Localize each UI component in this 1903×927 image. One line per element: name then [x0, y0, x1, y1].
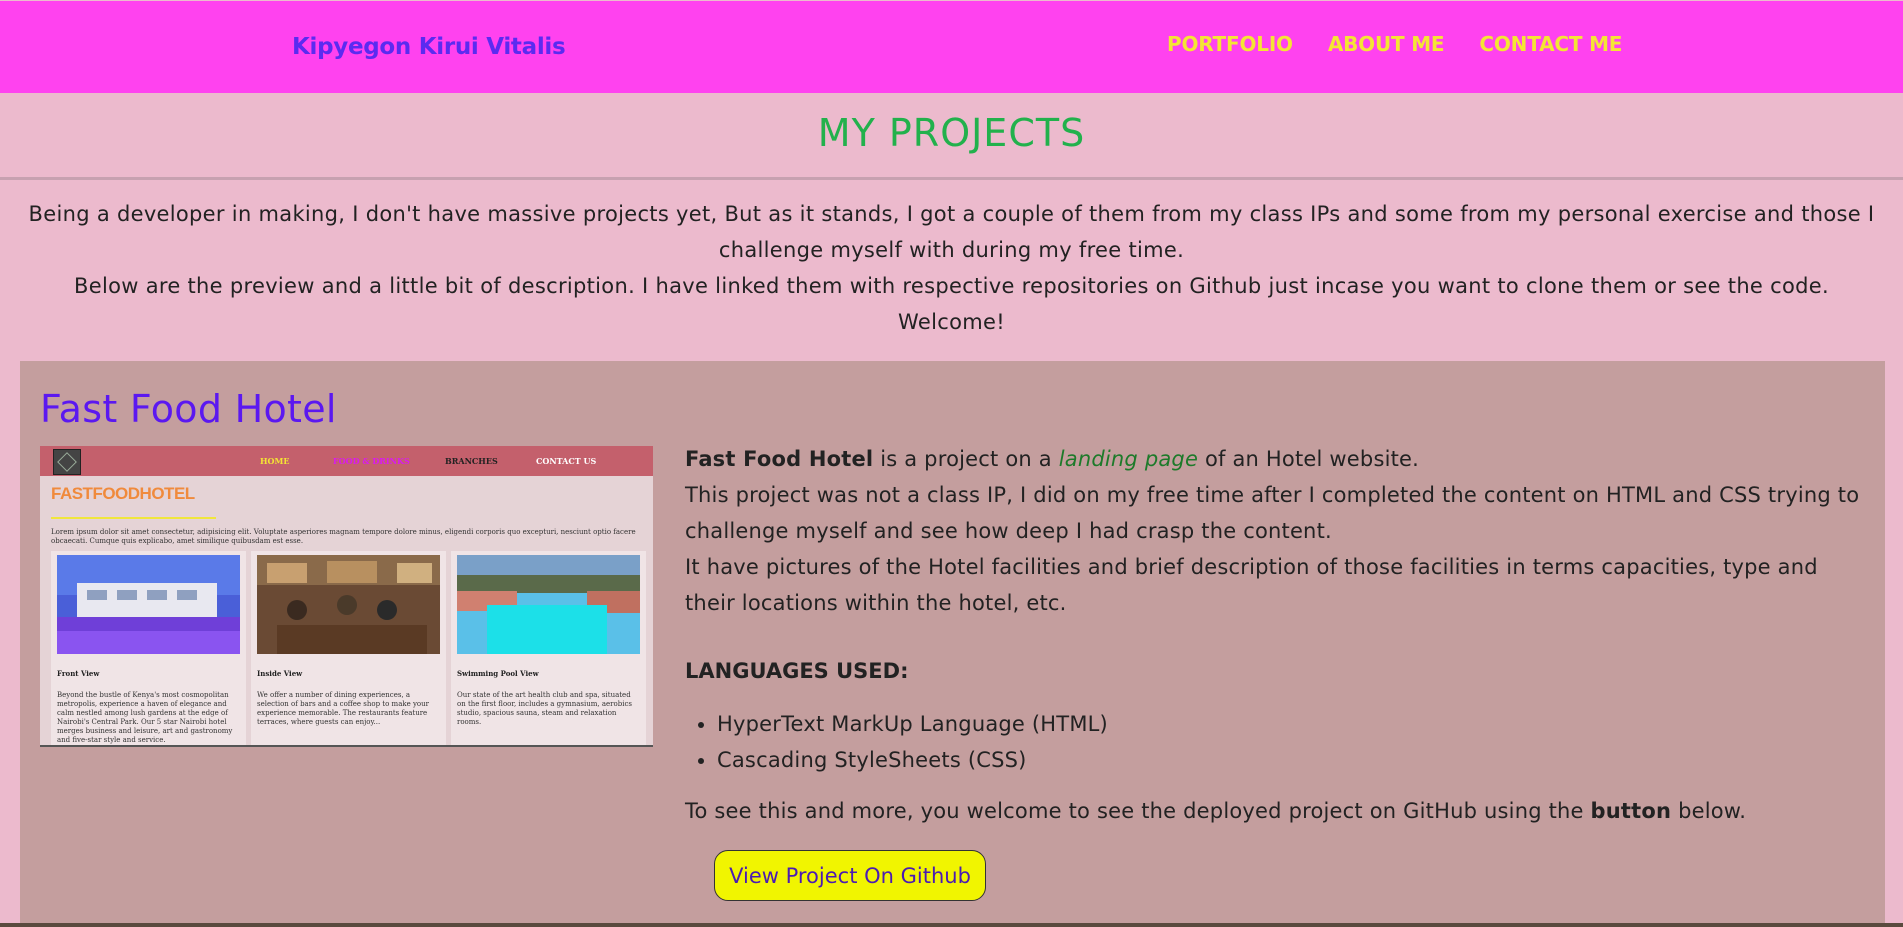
preview-navbar: HOME FOOD & DRINKS BRANCHES CONTACT US: [40, 446, 653, 476]
description-project-name: Fast Food Hotel: [685, 447, 874, 471]
view-project-github-button[interactable]: View Project On Github: [714, 850, 986, 901]
languages-heading: LANGUAGES USED:: [685, 659, 909, 683]
description-line-3: It have pictures of the Hotel facilities…: [685, 555, 1818, 615]
page-title: MY PROJECTS: [817, 111, 1086, 155]
hotel-inside-image: [257, 555, 440, 654]
preview-logo-icon: [53, 449, 81, 475]
nav-link-contact-me[interactable]: CONTACT ME: [1479, 32, 1622, 56]
landing-page-emphasis: landing page: [1058, 447, 1199, 471]
preview-nav-contact: CONTACT US: [536, 456, 597, 466]
nav-links: PORTFOLIO ABOUT ME CONTACT ME: [1167, 32, 1622, 56]
preview-text-front: Beyond the bustle of Kenya's most cosmop…: [57, 691, 233, 744]
preview-underline: [51, 517, 216, 519]
preview-nav-food: FOOD & DRINKS: [333, 456, 410, 466]
preview-caption-inside: Inside View: [257, 669, 303, 678]
intro-paragraph-2: Below are the preview and a little bit o…: [74, 274, 1829, 334]
preview-card-front: Front View Beyond the bustle of Kenya's …: [51, 551, 246, 745]
hotel-front-image: [57, 555, 240, 654]
preview-nav-home: HOME: [260, 456, 290, 466]
cta-text-start: To see this and more, you welcome to see…: [685, 799, 1591, 823]
preview-caption-pool: Swimming Pool View: [457, 669, 539, 678]
cta-text: To see this and more, you welcome to see…: [685, 799, 1746, 823]
project-description: Fast Food Hotel is a project on a landin…: [685, 441, 1865, 621]
intro-paragraph-1: Being a developer in making, I don't hav…: [28, 202, 1875, 262]
top-navbar: Kipyegon Kirui Vitalis PORTFOLIO ABOUT M…: [0, 1, 1903, 93]
languages-list: HyperText MarkUp Language (HTML) Cascadi…: [685, 706, 1108, 778]
preview-lorem: Lorem ipsum dolor sit amet consectetur, …: [51, 528, 636, 545]
preview-card-pool: Swimming Pool View Our state of the art …: [451, 551, 646, 745]
description-line-1: Fast Food Hotel is a project on a landin…: [685, 441, 1865, 477]
preview-heading: FASTFOODHOTEL: [51, 484, 195, 503]
preview-nav-branches: BRANCHES: [445, 456, 498, 466]
description-line-2: This project was not a class IP, I did o…: [685, 483, 1860, 543]
bottom-background-strip: [0, 923, 1903, 927]
preview-caption-front: Front View: [57, 669, 100, 678]
brand-name[interactable]: Kipyegon Kirui Vitalis: [292, 34, 566, 60]
project-card: Fast Food Hotel HOME FOOD & DRINKS BRANC…: [20, 361, 1885, 927]
language-item-html: HyperText MarkUp Language (HTML): [717, 706, 1108, 742]
description-text: of an Hotel website.: [1198, 447, 1420, 471]
description-text: is a project on a: [873, 447, 1059, 471]
preview-nav-links: HOME FOOD & DRINKS BRANCHES CONTACT US: [260, 456, 616, 466]
language-item-css: Cascading StyleSheets (CSS): [717, 742, 1108, 778]
project-preview-image: HOME FOOD & DRINKS BRANCHES CONTACT US F…: [40, 446, 653, 747]
header-divider: [0, 177, 1903, 180]
preview-text-pool: Our state of the art health club and spa…: [457, 691, 632, 726]
hotel-pool-image: [457, 555, 640, 654]
preview-card-inside: Inside View We offer a number of dining …: [251, 551, 446, 745]
nav-link-portfolio[interactable]: PORTFOLIO: [1167, 32, 1293, 56]
project-title: Fast Food Hotel: [40, 387, 337, 431]
nav-link-about-me[interactable]: ABOUT ME: [1328, 32, 1445, 56]
preview-text-inside: We offer a number of dining experiences,…: [257, 691, 430, 726]
cta-text-end: below.: [1671, 799, 1747, 823]
intro-text: Being a developer in making, I don't hav…: [20, 196, 1883, 340]
cta-text-bold: button: [1590, 799, 1672, 823]
